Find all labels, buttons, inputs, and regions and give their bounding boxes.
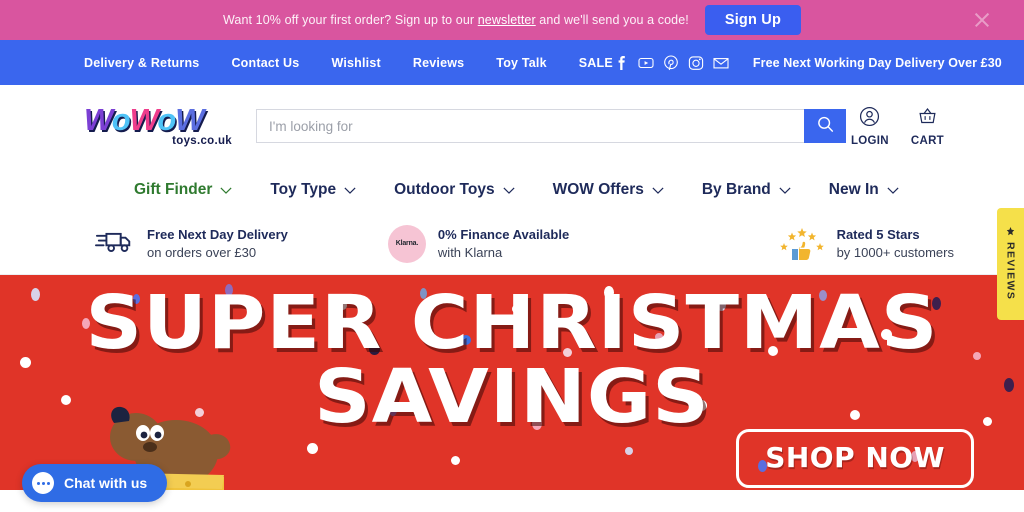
top-nav-right: Free Next Working Day Delivery Over £30	[613, 54, 1024, 71]
instagram-icon[interactable]	[688, 55, 704, 71]
menu-item-by-brand[interactable]: By Brand	[702, 181, 791, 199]
menu-item-gift-finder-label: Gift Finder	[134, 181, 213, 198]
star-icon	[1006, 227, 1015, 236]
logo-letter-4: o	[157, 102, 176, 138]
chevron-down-icon	[887, 187, 899, 194]
menu-item-toy-type[interactable]: Toy Type	[270, 181, 356, 199]
site-logo[interactable]: WoWoW toys.co.uk	[84, 104, 236, 148]
cart-button[interactable]: CART	[911, 106, 944, 147]
menu-item-by-brand-label: By Brand	[701, 181, 771, 198]
usp-bar: Free Next Day Delivery on orders over £3…	[0, 213, 1024, 275]
usp-rating-subtitle: by 1000+ customers	[836, 244, 954, 260]
menu-item-outdoor-toys[interactable]: Outdoor Toys	[394, 181, 515, 199]
chevron-down-icon	[652, 187, 664, 194]
basket-icon	[917, 106, 938, 132]
hero-banner[interactable]: SUPER CHRISTMAS SAVINGS SHOP NOW	[0, 275, 1024, 490]
login-button[interactable]: LOGIN	[851, 106, 889, 147]
sign-up-button[interactable]: Sign Up	[704, 5, 801, 35]
search-bar	[256, 109, 846, 143]
menu-item-outdoor-toys-label: Outdoor Toys	[394, 181, 495, 198]
search-input[interactable]	[256, 109, 804, 143]
menu-item-toy-type-label: Toy Type	[270, 181, 337, 198]
search-icon	[816, 115, 835, 137]
promo-banner: Want 10% off your first order? Sign up t…	[0, 0, 1024, 40]
chat-widget-button[interactable]: Chat with us	[22, 464, 168, 502]
search-button[interactable]	[804, 109, 846, 143]
logo-wordmark: WoWoW	[84, 104, 236, 135]
topnav-item-contact-us[interactable]: Contact Us	[231, 56, 299, 70]
topnav-item-wishlist[interactable]: Wishlist	[331, 56, 380, 70]
chat-widget-label: Chat with us	[64, 475, 148, 491]
logo-subtitle: toys.co.uk	[172, 135, 232, 148]
promo-text-after: and we'll send you a code!	[535, 13, 689, 27]
usp-item-reviews: Rated 5 Stars by 1000+ customers	[779, 226, 954, 261]
menu-item-new-in[interactable]: New In	[829, 181, 899, 199]
chevron-down-icon	[503, 187, 515, 194]
top-navigation-bar: Delivery & Returns Contact Us Wishlist R…	[0, 40, 1024, 85]
topnav-item-sale[interactable]: SALE	[579, 56, 613, 70]
promo-text: Want 10% off your first order? Sign up t…	[223, 13, 689, 27]
top-nav-links: Delivery & Returns Contact Us Wishlist R…	[84, 56, 613, 70]
chat-bubble-icon	[32, 472, 54, 494]
close-icon[interactable]	[973, 11, 991, 29]
free-delivery-note: Free Next Working Day Delivery Over £30	[752, 55, 1002, 70]
menu-item-new-in-label: New In	[828, 181, 879, 198]
logo-letter-1: W	[84, 102, 113, 138]
topnav-item-reviews[interactable]: Reviews	[413, 56, 464, 70]
logo-letter-5: W	[175, 102, 204, 138]
newsletter-link[interactable]: newsletter	[478, 13, 536, 27]
usp-delivery-subtitle: on orders over £30	[147, 244, 257, 260]
menu-item-wow-offers[interactable]: WOW Offers	[553, 181, 664, 199]
youtube-icon[interactable]	[638, 55, 654, 71]
logo-letter-3: W	[129, 102, 159, 138]
chevron-down-icon	[220, 187, 232, 194]
reviews-side-tab[interactable]: REVIEWS	[997, 208, 1024, 320]
logo-letter-2: o	[111, 102, 131, 138]
usp-klarna-subtitle: with Klarna	[437, 244, 503, 260]
user-icon	[859, 106, 880, 132]
chevron-down-icon	[779, 187, 791, 194]
usp-item-delivery: Free Next Day Delivery on orders over £3…	[95, 226, 288, 261]
social-links	[613, 54, 729, 71]
usp-rating-title: Rated 5 Stars	[836, 226, 920, 242]
menu-item-wow-offers-label: WOW Offers	[552, 181, 644, 198]
promo-text-before: Want 10% off your first order? Sign up t…	[223, 13, 478, 27]
login-label: LOGIN	[850, 134, 889, 147]
usp-item-klarna: Klarna. 0% Finance Available with Klarna	[387, 224, 570, 263]
usp-delivery-title: Free Next Day Delivery	[147, 226, 288, 242]
truck-icon	[95, 229, 135, 259]
topnav-item-delivery-returns[interactable]: Delivery & Returns	[84, 56, 199, 70]
chevron-down-icon	[344, 187, 356, 194]
usp-klarna-title: 0% Finance Available	[437, 226, 570, 242]
topnav-item-toy-talk[interactable]: Toy Talk	[496, 56, 546, 70]
cart-label: CART	[910, 134, 944, 147]
account-actions: LOGIN CART	[851, 106, 964, 147]
thumbs-up-stars-icon	[779, 227, 825, 261]
main-menu: Gift Finder Toy Type Outdoor Toys WOW Of…	[0, 167, 1024, 213]
site-header: WoWoW toys.co.uk LOGIN CART	[0, 85, 1024, 167]
menu-item-gift-finder[interactable]: Gift Finder	[134, 181, 232, 199]
pinterest-icon[interactable]	[663, 54, 679, 71]
email-icon[interactable]	[713, 55, 729, 71]
shop-now-button[interactable]: SHOP NOW	[736, 429, 974, 488]
reviews-tab-label: REVIEWS	[1004, 242, 1017, 301]
klarna-icon: Klarna.	[387, 224, 426, 263]
facebook-icon[interactable]	[613, 55, 629, 71]
